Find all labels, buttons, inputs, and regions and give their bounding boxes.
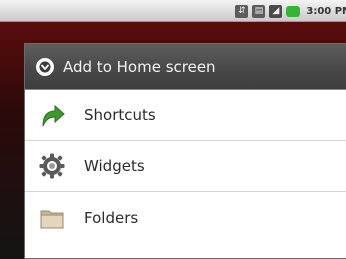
status-bar: ⇵ ▤ ◢ 3:00 PM: [0, 0, 346, 22]
list-item-widgets[interactable]: Widgets: [25, 141, 346, 192]
list-item-label: Shortcuts: [84, 106, 156, 124]
list-item-folders[interactable]: Folders: [25, 192, 346, 243]
status-icons: ⇵ ▤ ◢ 3:00 PM: [235, 3, 346, 19]
options-list: Shortcuts Widgets Folders: [25, 90, 346, 258]
sd-card-icon: ▤: [252, 4, 266, 18]
usb-icon: ⇵: [235, 4, 249, 18]
list-item-shortcuts[interactable]: Shortcuts: [25, 90, 346, 141]
signal-icon: ◢: [269, 4, 283, 18]
battery-icon: [286, 5, 301, 17]
folder-icon: [36, 202, 68, 234]
status-clock: 3:00 PM: [306, 5, 346, 17]
add-circle-icon: [36, 57, 54, 76]
gear-icon: [36, 150, 68, 182]
dialog-title: Add to Home screen: [63, 57, 216, 76]
green-arrow-icon: [36, 99, 68, 131]
list-item-label: Widgets: [84, 157, 145, 175]
list-item-label: Folders: [84, 208, 139, 227]
dialog-header: Add to Home screen: [25, 44, 346, 90]
add-to-home-dialog: Add to Home screen Shortcuts Widgets Fol…: [24, 43, 346, 259]
